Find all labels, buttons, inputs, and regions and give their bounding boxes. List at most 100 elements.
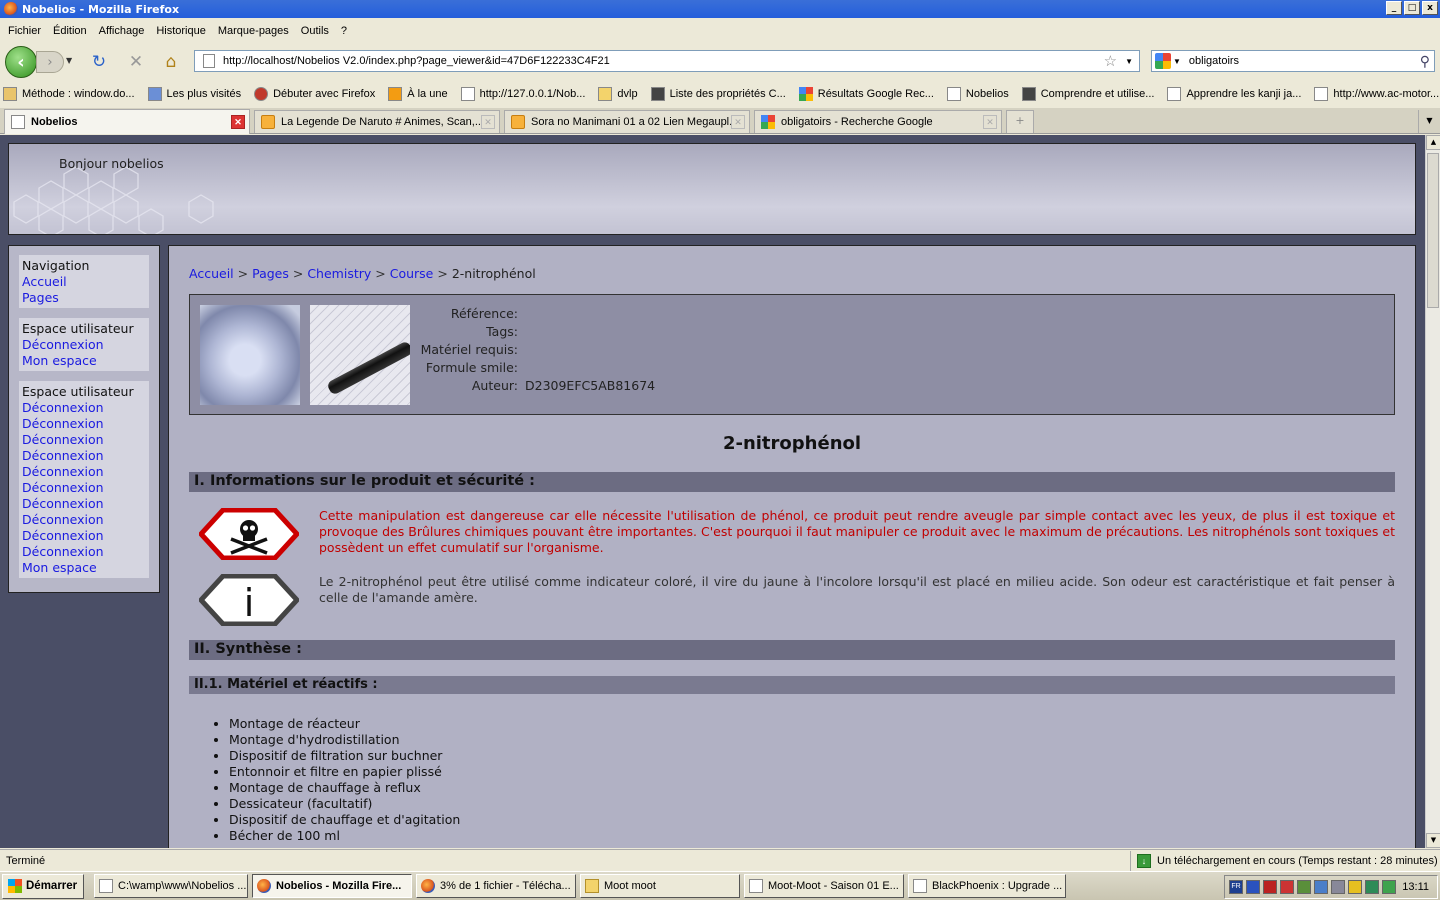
tab-naruto[interactable]: La Legende De Naruto # Animes, Scan,... …: [254, 110, 500, 133]
page-icon: [913, 879, 927, 893]
url-text[interactable]: http://localhost/Nobelios V2.0/index.php…: [223, 55, 1104, 67]
breadcrumb-link-chemistry[interactable]: Chemistry: [307, 266, 371, 281]
sidebar-link-deconnexion[interactable]: Déconnexion: [22, 480, 146, 496]
bookmark-item[interactable]: Résultats Google Rec...: [796, 87, 944, 101]
sidebar-link-mon-espace[interactable]: Mon espace: [22, 353, 146, 369]
windows-logo-icon: [8, 879, 22, 893]
menu-affichage[interactable]: Affichage: [93, 25, 151, 37]
app-tray-icon[interactable]: [1280, 880, 1294, 894]
google-icon: [798, 87, 813, 101]
app-tray-icon[interactable]: [1365, 880, 1379, 894]
close-tab-icon[interactable]: ✕: [983, 115, 997, 129]
history-dropdown-icon[interactable]: ▼: [66, 56, 72, 65]
bookmark-item[interactable]: Débuter avec Firefox: [251, 87, 385, 101]
tab-google[interactable]: obligatoirs - Recherche Google ✕: [754, 110, 1002, 133]
scroll-up-icon[interactable]: ▲: [1426, 135, 1440, 150]
search-bar[interactable]: ▼ obligatoirs ⚲: [1151, 50, 1435, 72]
new-tab-button[interactable]: +: [1006, 110, 1034, 133]
menu-outils[interactable]: Outils: [295, 25, 335, 37]
app-tray-icon[interactable]: [1246, 880, 1260, 894]
search-engine-dropdown-icon[interactable]: ▼: [1173, 57, 1181, 66]
bookmark-item[interactable]: À la une: [385, 87, 457, 101]
language-indicator[interactable]: FR: [1229, 880, 1243, 894]
menu-help[interactable]: ?: [335, 25, 353, 37]
menu-marque-pages[interactable]: Marque-pages: [212, 25, 295, 37]
breadcrumb-link-pages[interactable]: Pages: [252, 266, 289, 281]
sidebar-link-deconnexion[interactable]: Déconnexion: [22, 400, 146, 416]
maximize-button[interactable]: □: [1404, 1, 1420, 15]
bookmark-item[interactable]: http://www.ac-motor...: [1311, 87, 1440, 101]
sidebar-link-deconnexion[interactable]: Déconnexion: [22, 512, 146, 528]
close-tab-icon[interactable]: ✕: [481, 115, 495, 129]
bookmark-star-icon[interactable]: ☆: [1104, 52, 1117, 70]
bookmark-item[interactable]: Comprendre et utilise...: [1019, 87, 1165, 101]
google-icon[interactable]: [1155, 53, 1171, 69]
bookmark-item[interactable]: Les plus visités: [145, 87, 252, 101]
taskbar-item-blackphoenix[interactable]: BlackPhoenix : Upgrade ...: [908, 874, 1066, 898]
taskbar-item-download[interactable]: 3% de 1 fichier - Télécha...: [416, 874, 576, 898]
menu-fichier[interactable]: Fichier: [2, 25, 47, 37]
vertical-scrollbar[interactable]: ▲ ▼: [1425, 135, 1440, 848]
scroll-thumb[interactable]: [1427, 153, 1439, 308]
taskbar-item-folder[interactable]: Moot moot: [580, 874, 740, 898]
close-tab-icon[interactable]: ✕: [231, 115, 245, 129]
sidebar-link-deconnexion[interactable]: Déconnexion: [22, 496, 146, 512]
minimize-button[interactable]: _: [1386, 1, 1402, 15]
search-input[interactable]: obligatoirs: [1189, 55, 1420, 67]
search-icon[interactable]: ⚲: [1420, 53, 1430, 70]
bookmark-item[interactable]: http://127.0.0.1/Nob...: [458, 87, 596, 101]
close-button[interactable]: x: [1422, 1, 1438, 15]
window-titlebar: Nobelios - Mozilla Firefox _ □ x: [0, 0, 1440, 18]
tab-sora[interactable]: Sora no Manimani 01 a 02 Lien Megaupl...…: [504, 110, 750, 133]
back-button[interactable]: ‹: [5, 46, 37, 78]
sidebar-link-deconnexion[interactable]: Déconnexion: [22, 464, 146, 480]
url-bar[interactable]: http://localhost/Nobelios V2.0/index.php…: [194, 50, 1140, 72]
home-icon[interactable]: ⌂: [161, 52, 181, 72]
sidebar-link-deconnexion[interactable]: Déconnexion: [22, 448, 146, 464]
tab-nobelios[interactable]: Nobelios ✕: [4, 109, 250, 134]
app-tray-icon[interactable]: [1331, 880, 1345, 894]
menu-edition[interactable]: Édition: [47, 25, 93, 37]
taskbar-item-video[interactable]: Moot-Moot - Saison 01 E...: [744, 874, 904, 898]
sidebar-link-accueil[interactable]: Accueil: [22, 274, 146, 290]
meta-value: [518, 359, 525, 377]
breadcrumb-link-accueil[interactable]: Accueil: [189, 266, 234, 281]
forward-button[interactable]: ›: [36, 51, 64, 73]
close-tab-icon[interactable]: ✕: [731, 115, 745, 129]
bookmark-item[interactable]: Liste des propriétés C...: [648, 87, 796, 101]
download-status[interactable]: ↓ Un téléchargement en cours (Temps rest…: [1130, 850, 1440, 871]
list-all-tabs-icon[interactable]: ▼: [1418, 110, 1440, 133]
start-button[interactable]: Démarrer: [2, 873, 84, 899]
js-icon: [3, 87, 17, 101]
list-item: Montage d'hydrodistillation: [229, 732, 1395, 748]
sidebar-link-pages[interactable]: Pages: [22, 290, 146, 306]
sidebar-link-deconnexion[interactable]: Déconnexion: [22, 528, 146, 544]
reload-icon[interactable]: ↻: [89, 52, 109, 72]
bookmark-label: Apprendre les kanji ja...: [1186, 88, 1302, 100]
sidebar-link-deconnexion[interactable]: Déconnexion: [22, 416, 146, 432]
sidebar-link-mon-espace[interactable]: Mon espace: [22, 560, 146, 576]
wifi-icon[interactable]: [1382, 880, 1396, 894]
sidebar-link-deconnexion[interactable]: Déconnexion: [22, 544, 146, 560]
menu-historique[interactable]: Historique: [150, 25, 212, 37]
security-shield-icon[interactable]: [1348, 880, 1362, 894]
app-tray-icon[interactable]: [1263, 880, 1277, 894]
scroll-down-icon[interactable]: ▼: [1426, 833, 1440, 848]
bookmark-item[interactable]: Méthode : window.do...: [0, 87, 145, 101]
taskbar-item-notepad[interactable]: C:\wamp\www\Nobelios ...: [94, 874, 248, 898]
sidebar-link-deconnexion[interactable]: Déconnexion: [22, 337, 146, 353]
bookmark-item[interactable]: Nobelios: [944, 87, 1019, 101]
stop-icon[interactable]: ✕: [126, 52, 146, 72]
sidebar-link-deconnexion[interactable]: Déconnexion: [22, 432, 146, 448]
breadcrumb-link-course[interactable]: Course: [390, 266, 434, 281]
url-dropdown-icon[interactable]: ▼: [1125, 57, 1133, 66]
bookmark-item[interactable]: Apprendre les kanji ja...: [1164, 87, 1311, 101]
app-tray-icon[interactable]: [1297, 880, 1311, 894]
folder-icon: [147, 87, 162, 101]
menu-bar: Fichier Édition Affichage Historique Mar…: [0, 20, 1440, 42]
breadcrumb-separator: >: [237, 266, 249, 281]
network-icon[interactable]: [1314, 880, 1328, 894]
meta-key: Formule smile:: [425, 360, 518, 375]
taskbar-item-firefox[interactable]: Nobelios - Mozilla Fire...: [252, 874, 412, 898]
bookmark-item[interactable]: dvlp: [595, 87, 647, 101]
